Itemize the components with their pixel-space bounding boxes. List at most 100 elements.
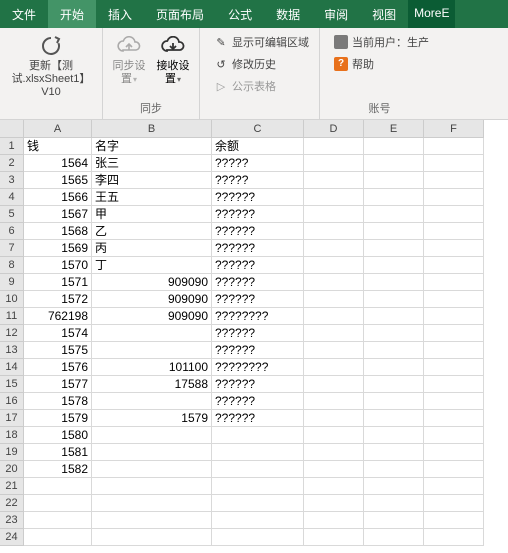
cell-D12[interactable] — [304, 325, 364, 342]
cell-A3[interactable]: 1565 — [24, 172, 92, 189]
cell-B24[interactable] — [92, 529, 212, 546]
row-header-12[interactable]: 12 — [0, 325, 24, 342]
cell-D16[interactable] — [304, 393, 364, 410]
cell-E14[interactable] — [364, 359, 424, 376]
row-header-15[interactable]: 15 — [0, 376, 24, 393]
cell-F18[interactable] — [424, 427, 484, 444]
cell-F20[interactable] — [424, 461, 484, 478]
recv-settings-button[interactable]: 接收设置▾ — [153, 32, 193, 88]
col-header-A[interactable]: A — [24, 120, 92, 138]
row-header-17[interactable]: 17 — [0, 410, 24, 427]
cell-C18[interactable] — [212, 427, 304, 444]
cell-E8[interactable] — [364, 257, 424, 274]
row-header-22[interactable]: 22 — [0, 495, 24, 512]
cell-B4[interactable]: 王五 — [92, 189, 212, 206]
tab-文件[interactable]: 文件 — [0, 0, 48, 28]
cell-B3[interactable]: 李四 — [92, 172, 212, 189]
history-button[interactable]: ↺ 修改历史 — [210, 54, 313, 74]
cell-A23[interactable] — [24, 512, 92, 529]
col-header-C[interactable]: C — [212, 120, 304, 138]
cell-E16[interactable] — [364, 393, 424, 410]
cell-E20[interactable] — [364, 461, 424, 478]
cell-D18[interactable] — [304, 427, 364, 444]
cell-C23[interactable] — [212, 512, 304, 529]
cell-E9[interactable] — [364, 274, 424, 291]
cell-C22[interactable] — [212, 495, 304, 512]
cell-E1[interactable] — [364, 138, 424, 155]
cell-B11[interactable]: 909090 — [92, 308, 212, 325]
cell-F22[interactable] — [424, 495, 484, 512]
cell-E17[interactable] — [364, 410, 424, 427]
cell-F24[interactable] — [424, 529, 484, 546]
row-header-9[interactable]: 9 — [0, 274, 24, 291]
col-header-E[interactable]: E — [364, 120, 424, 138]
cell-E13[interactable] — [364, 342, 424, 359]
row-header-21[interactable]: 21 — [0, 478, 24, 495]
cell-B15[interactable]: 17588 — [92, 376, 212, 393]
tab-插入[interactable]: 插入 — [96, 0, 144, 28]
cell-D13[interactable] — [304, 342, 364, 359]
cell-D24[interactable] — [304, 529, 364, 546]
spreadsheet[interactable]: ABCDEF 1钱名字余额21564张三?????31565李四?????415… — [0, 120, 508, 546]
row-header-4[interactable]: 4 — [0, 189, 24, 206]
cell-E24[interactable] — [364, 529, 424, 546]
cell-D23[interactable] — [304, 512, 364, 529]
cell-F13[interactable] — [424, 342, 484, 359]
cell-A17[interactable]: 1579 — [24, 410, 92, 427]
cell-F12[interactable] — [424, 325, 484, 342]
cell-B12[interactable] — [92, 325, 212, 342]
tab-审阅[interactable]: 审阅 — [312, 0, 360, 28]
cell-B2[interactable]: 张三 — [92, 155, 212, 172]
cell-E5[interactable] — [364, 206, 424, 223]
cell-F14[interactable] — [424, 359, 484, 376]
cell-D17[interactable] — [304, 410, 364, 427]
cell-D10[interactable] — [304, 291, 364, 308]
cell-E23[interactable] — [364, 512, 424, 529]
cell-A20[interactable]: 1582 — [24, 461, 92, 478]
cell-F8[interactable] — [424, 257, 484, 274]
row-header-1[interactable]: 1 — [0, 138, 24, 155]
row-header-19[interactable]: 19 — [0, 444, 24, 461]
cell-C14[interactable]: ???????? — [212, 359, 304, 376]
cell-F23[interactable] — [424, 512, 484, 529]
tab-公式[interactable]: 公式 — [216, 0, 264, 28]
cell-B9[interactable]: 909090 — [92, 274, 212, 291]
row-header-13[interactable]: 13 — [0, 342, 24, 359]
cell-F4[interactable] — [424, 189, 484, 206]
row-header-2[interactable]: 2 — [0, 155, 24, 172]
cell-C4[interactable]: ?????? — [212, 189, 304, 206]
cell-A13[interactable]: 1575 — [24, 342, 92, 359]
col-header-D[interactable]: D — [304, 120, 364, 138]
cell-D5[interactable] — [304, 206, 364, 223]
tab-视图[interactable]: 视图 — [360, 0, 408, 28]
cell-B5[interactable]: 甲 — [92, 206, 212, 223]
cell-B6[interactable]: 乙 — [92, 223, 212, 240]
cell-B1[interactable]: 名字 — [92, 138, 212, 155]
cell-D15[interactable] — [304, 376, 364, 393]
cell-C24[interactable] — [212, 529, 304, 546]
row-header-24[interactable]: 24 — [0, 529, 24, 546]
cell-A10[interactable]: 1572 — [24, 291, 92, 308]
cell-C12[interactable]: ?????? — [212, 325, 304, 342]
update-button[interactable]: 更新【测试.xlsxSheet1】V10 — [6, 32, 96, 101]
cell-C11[interactable]: ???????? — [212, 308, 304, 325]
cell-D9[interactable] — [304, 274, 364, 291]
cell-A5[interactable]: 1567 — [24, 206, 92, 223]
cell-A21[interactable] — [24, 478, 92, 495]
cell-B13[interactable] — [92, 342, 212, 359]
select-all-corner[interactable] — [0, 120, 24, 138]
cell-E21[interactable] — [364, 478, 424, 495]
cell-E19[interactable] — [364, 444, 424, 461]
row-header-8[interactable]: 8 — [0, 257, 24, 274]
cell-C7[interactable]: ?????? — [212, 240, 304, 257]
cell-D2[interactable] — [304, 155, 364, 172]
cell-C6[interactable]: ?????? — [212, 223, 304, 240]
row-header-18[interactable]: 18 — [0, 427, 24, 444]
help-button[interactable]: ? 帮助 — [330, 54, 433, 74]
cell-E2[interactable] — [364, 155, 424, 172]
cell-C19[interactable] — [212, 444, 304, 461]
cell-D19[interactable] — [304, 444, 364, 461]
cell-B10[interactable]: 909090 — [92, 291, 212, 308]
cell-B14[interactable]: 101100 — [92, 359, 212, 376]
row-header-6[interactable]: 6 — [0, 223, 24, 240]
